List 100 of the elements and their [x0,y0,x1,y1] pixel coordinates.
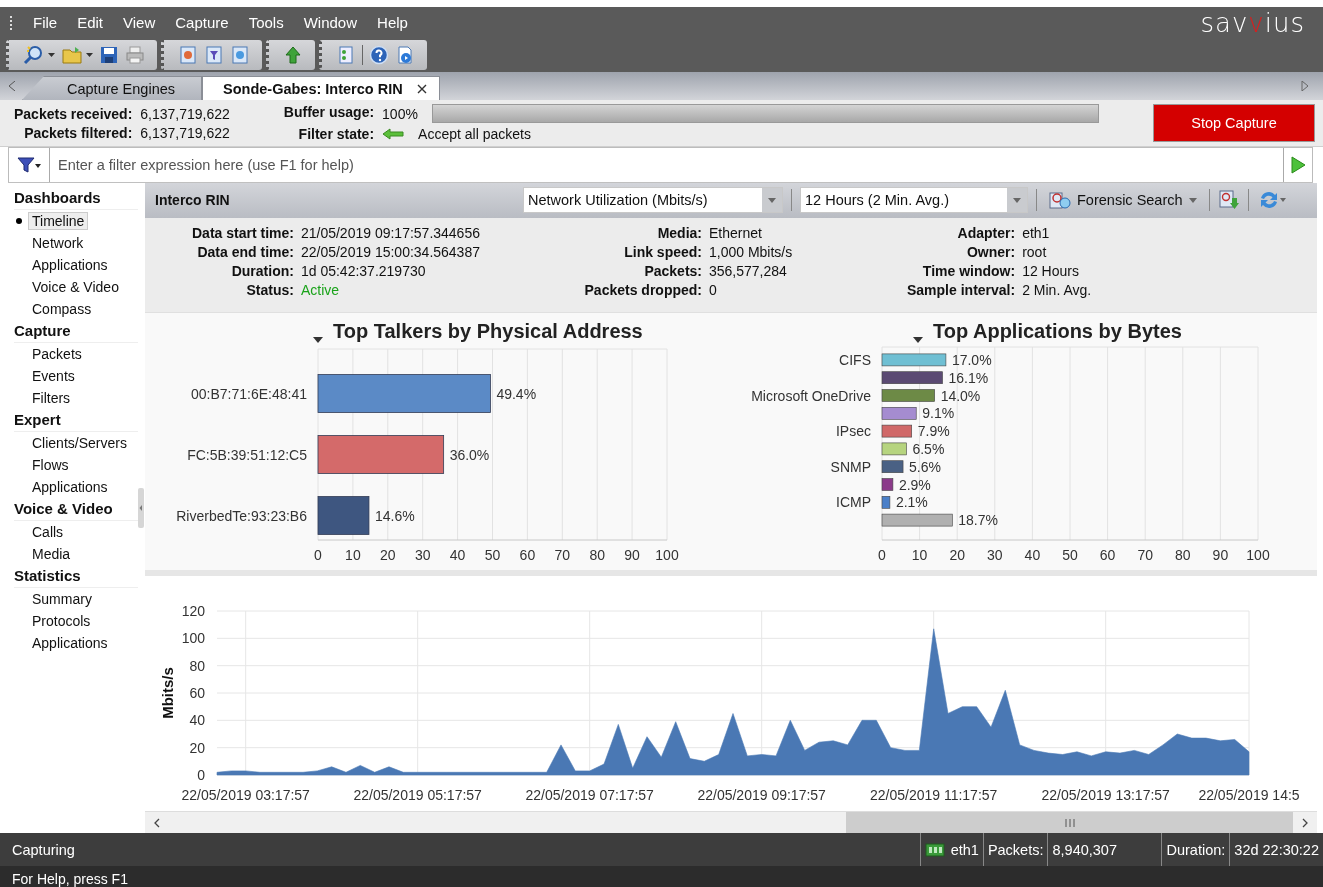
axis-label: 22/05/2019 09:17:57 [697,787,826,804]
sidebar-item[interactable]: Network [28,234,88,252]
view-select[interactable]: Network Utilization (Mbits/s) [523,187,783,214]
menu-item[interactable]: Edit [67,14,114,31]
list-icon[interactable] [336,45,356,65]
info-value: 0 [709,281,718,298]
upload-icon[interactable] [283,45,303,65]
sidebar-item[interactable]: Calls [28,523,68,541]
axis-label: 80 [189,657,205,674]
value-label: 7.9% [917,422,950,439]
menu-item[interactable]: Capture [165,14,239,31]
info-label: Data end time: [196,243,294,260]
collapse-icon[interactable] [138,488,144,528]
document-icon[interactable] [395,45,415,65]
tab[interactable]: Sonde-Gabes: Interco RIN [202,76,440,100]
info-value: 12 Hours [1022,262,1080,279]
help-icon[interactable] [369,45,389,65]
menu-item[interactable]: Tools [238,14,294,31]
category-label: Microsoft OneDrive [751,387,871,404]
filter-icon[interactable] [204,45,224,65]
status-label: Duration: [1166,841,1226,858]
search-icon[interactable] [23,45,45,65]
tab[interactable]: Capture Engines [22,76,202,100]
axis-label: 70 [554,546,571,563]
stop-capture-button[interactable]: Stop Capture [1153,104,1315,142]
sidebar-item[interactable]: Events [28,367,79,385]
caret-icon[interactable] [48,53,55,57]
play-icon [1289,155,1307,175]
category-label: CIFS [839,351,871,368]
bar [881,460,904,473]
status-value: 8,940,307 [1052,841,1117,858]
bar [317,495,370,535]
collapse-caret-icon[interactable] [313,336,323,343]
axis-label: 50 [484,546,501,563]
forensic-search-button[interactable]: Forensic Search [1045,190,1201,211]
close-icon[interactable] [416,83,427,94]
stat-label: Filter state: [297,126,375,142]
value-label: 17.0% [951,351,992,368]
sidebar-item[interactable]: Packets [28,345,86,363]
axis-label: 22/05/2019 03:17:57 [181,787,310,804]
range-select[interactable]: 12 Hours (2 Min. Avg.) [800,187,1028,214]
menu-item[interactable]: View [113,14,166,31]
arrow-left-icon [382,128,405,140]
scroll-right-icon[interactable] [1301,817,1309,828]
sidebar-item[interactable]: Applications [28,256,112,274]
menu-item[interactable]: Window [293,14,368,31]
search-document-icon [1049,190,1071,211]
axis-label: 80 [1175,546,1191,563]
download-icon[interactable] [1217,189,1240,212]
document-icon[interactable] [230,45,250,65]
info-label: Packets: [643,262,702,279]
axis-label: 120 [181,603,205,620]
printer-icon[interactable] [125,45,145,65]
value-label: 5.6% [909,458,941,475]
axis-label: 30 [987,546,1003,563]
info-label: Media: [656,224,702,241]
value-label: 36.0% [449,446,490,463]
sidebar-item[interactable]: Applications [28,478,112,496]
bar [881,371,943,384]
chart-title: Top Talkers by Physical Address [333,319,643,343]
axis-label: 40 [449,546,466,563]
save-icon[interactable] [99,45,119,65]
info-value: root [1022,243,1048,260]
capture-status: Capturing [12,841,75,858]
document-icon[interactable] [178,45,198,65]
sidebar-item[interactable]: Compass [28,300,96,318]
axis-label: 22/05/2019 14:5 [1198,787,1300,804]
sidebar-item[interactable]: Protocols [28,612,95,630]
info-label: Sample interval: [907,281,1016,298]
value-label: 14.6% [374,507,415,524]
axis-label: 100 [181,630,205,647]
apply-filter-button[interactable] [1283,148,1313,182]
scroll-left-icon[interactable] [153,817,161,828]
sidebar-item[interactable]: Summary [28,590,96,608]
scroll-left-icon[interactable] [8,81,16,91]
bar [881,495,891,509]
collapse-caret-icon[interactable] [913,336,923,343]
scrollbar-thumb[interactable] [846,812,1293,833]
bar [881,353,947,366]
axis-label: 20 [189,739,205,756]
sidebar-item[interactable]: Applications [28,634,112,652]
sidebar-item[interactable]: Timeline [28,212,89,230]
axis-label: 70 [1137,546,1153,563]
axis-label: 100 [655,546,679,563]
value-label: 49.4% [496,385,537,402]
menu-item[interactable]: File [23,14,68,31]
axis-label: 0 [314,546,322,563]
sidebar-item[interactable]: Voice & Video [28,278,123,296]
info-value: 21/05/2019 09:17:57.344656 [300,224,481,241]
axis-label: 10 [345,546,361,563]
axis-label: 22/05/2019 05:17:57 [353,787,482,804]
menu-item[interactable]: Help [367,14,418,31]
info-label: Data start time: [191,224,294,241]
sidebar-item[interactable]: Flows [28,456,73,474]
info-value: eth1 [1022,224,1051,241]
sidebar-item[interactable]: Media [28,545,75,563]
value-label: 16.1% [948,369,989,386]
sidebar-item[interactable]: Clients/Servers [28,434,131,452]
caret-icon[interactable] [86,53,93,57]
sidebar-item[interactable]: Filters [28,389,75,407]
